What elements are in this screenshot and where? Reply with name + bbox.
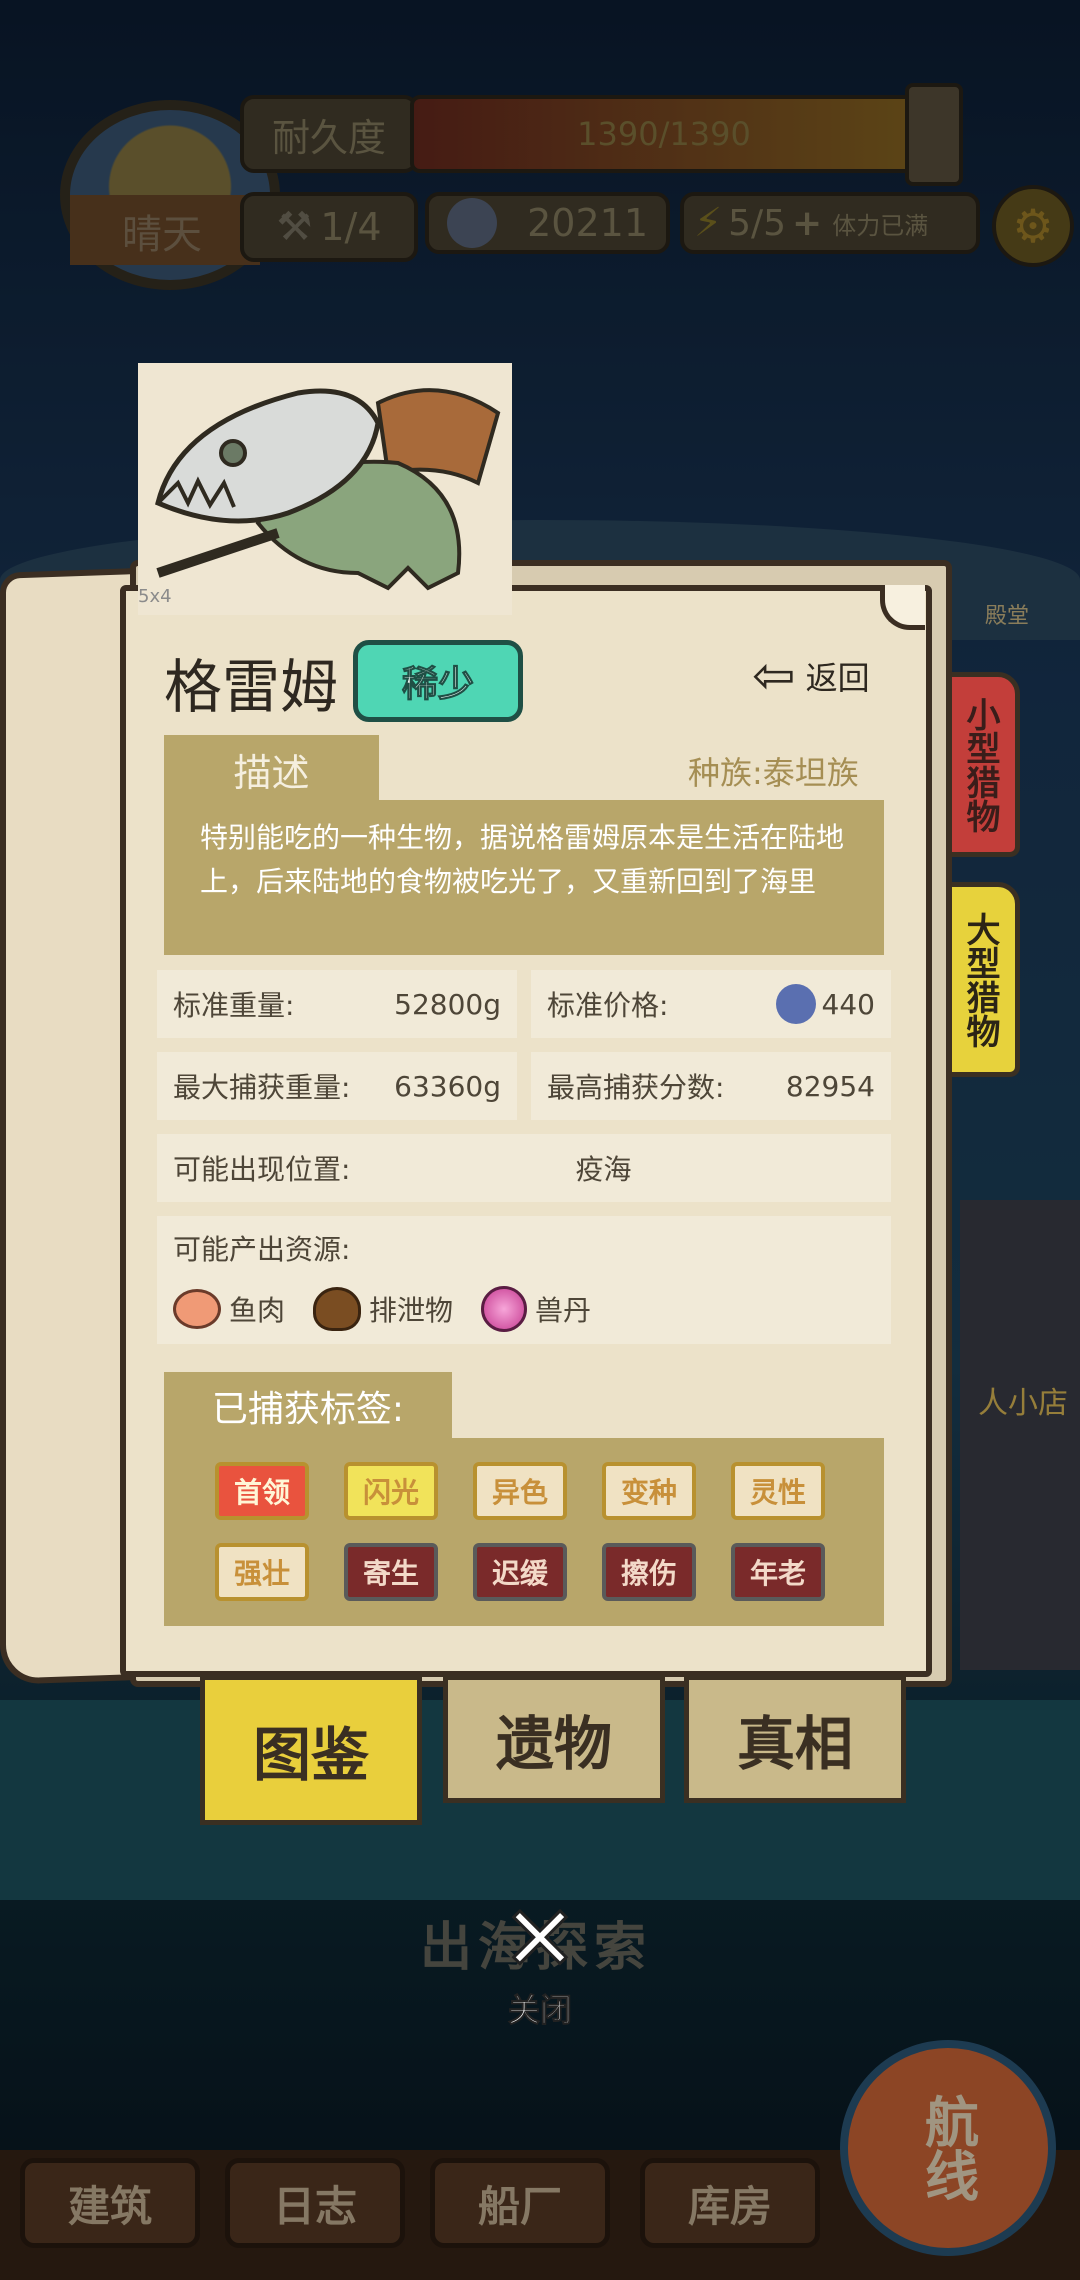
tab-truth[interactable]: 真相 <box>684 1675 906 1803</box>
resources-list: 鱼肉 排泄物 兽丹 <box>173 1286 591 1332</box>
fish-meat-icon <box>173 1289 221 1329</box>
tab-small-prey[interactable]: 小型猎物 <box>940 672 1020 857</box>
resource-label: 排泄物 <box>369 1294 454 1327</box>
close-label: 关闭 <box>507 1991 572 2030</box>
location-row: 可能出现位置: 疫海 <box>157 1134 891 1202</box>
captured-tags-heading: 已捕获标签: <box>164 1372 452 1440</box>
tags-grid: 首领 闪光 异色 变种 灵性强壮 寄生 迟缓 擦伤 年老 <box>215 1462 835 1602</box>
resource-label: 兽丹 <box>535 1294 592 1327</box>
tab-codex-label: 图鉴 <box>252 1721 369 1789</box>
capture-tag: 迟缓 <box>473 1543 567 1601</box>
std-price-row: 标准价格: 440 <box>531 970 891 1038</box>
std-weight-value: 52800g <box>394 987 501 1021</box>
creature-portrait: 5x4 <box>138 363 512 615</box>
resources-row: 可能产出资源: 鱼肉 排泄物 兽丹 <box>157 1216 891 1344</box>
poop-icon <box>313 1287 362 1331</box>
resource-item: 排泄物 <box>313 1287 453 1331</box>
resource-item: 鱼肉 <box>173 1289 285 1329</box>
max-score-row: 最高捕获分数: 82954 <box>531 1052 891 1120</box>
std-price-label: 标准价格: <box>547 989 669 1022</box>
tab-large-prey[interactable]: 大型猎物 <box>940 882 1020 1077</box>
location-value: 疫海 <box>575 1153 632 1186</box>
coin-creature-icon <box>775 984 816 1024</box>
tab-codex[interactable]: 图鉴 <box>200 1675 422 1825</box>
description-box: 特别能吃的一种生物，据说格雷姆原本是生活在陆地上，后来陆地的食物被吃光了，又重新… <box>164 800 884 955</box>
capture-tag: 擦伤 <box>602 1543 696 1601</box>
rarity-label: 稀少 <box>401 663 474 706</box>
rarity-badge: 稀少 <box>353 640 523 722</box>
capture-tag: 灵性 <box>731 1462 825 1520</box>
capture-tag: 年老 <box>731 1543 825 1601</box>
capture-tag: 变种 <box>602 1462 696 1520</box>
tab-relics[interactable]: 遗物 <box>443 1675 665 1803</box>
description-text: 特别能吃的一种生物，据说格雷姆原本是生活在陆地上，后来陆地的食物被吃光了，又重新… <box>200 821 845 898</box>
back-arrow-icon: ⇦ <box>752 646 796 706</box>
std-weight-label: 标准重量: <box>173 989 295 1022</box>
capture-tag: 闪光 <box>344 1462 438 1520</box>
back-button[interactable]: ⇦ 返回 <box>752 646 870 706</box>
description-heading: 描述 <box>164 735 379 803</box>
close-icon: ✕ <box>501 1887 579 1992</box>
std-weight-row: 标准重量: 52800g <box>157 970 517 1038</box>
resource-label: 鱼肉 <box>229 1294 286 1327</box>
creature-name: 格雷姆 <box>164 653 339 721</box>
std-price-group: 440 <box>775 984 875 1024</box>
location-label: 可能出现位置: <box>173 1153 351 1186</box>
capture-tag: 首领 <box>215 1462 309 1520</box>
capture-tag: 异色 <box>473 1462 567 1520</box>
portrait-size-caption: 5x4 <box>138 586 172 607</box>
max-score-label: 最高捕获分数: <box>547 1071 725 1104</box>
capture-tag: 寄生 <box>344 1543 438 1601</box>
max-weight-value: 63360g <box>394 1069 501 1103</box>
max-weight-label: 最大捕获重量: <box>173 1071 351 1104</box>
creature-race: 种族:泰坦族 <box>688 754 859 792</box>
max-score-value: 82954 <box>785 1069 875 1103</box>
resources-label: 可能产出资源: <box>173 1233 351 1266</box>
close-button[interactable]: ✕ 关闭 <box>490 1887 590 2030</box>
tab-small-prey-label: 小型猎物 <box>960 696 1000 833</box>
capture-tag: 强壮 <box>215 1543 309 1601</box>
tab-large-prey-label: 大型猎物 <box>960 911 1000 1048</box>
std-price-value: 440 <box>821 987 875 1021</box>
back-label: 返回 <box>805 659 870 697</box>
creature-image <box>155 388 501 591</box>
resource-item: 兽丹 <box>481 1286 591 1332</box>
tab-relics-label: 遗物 <box>495 1710 612 1778</box>
tab-truth-label: 真相 <box>736 1710 853 1778</box>
max-weight-row: 最大捕获重量: 63360g <box>157 1052 517 1120</box>
beast-pill-icon <box>481 1286 528 1332</box>
